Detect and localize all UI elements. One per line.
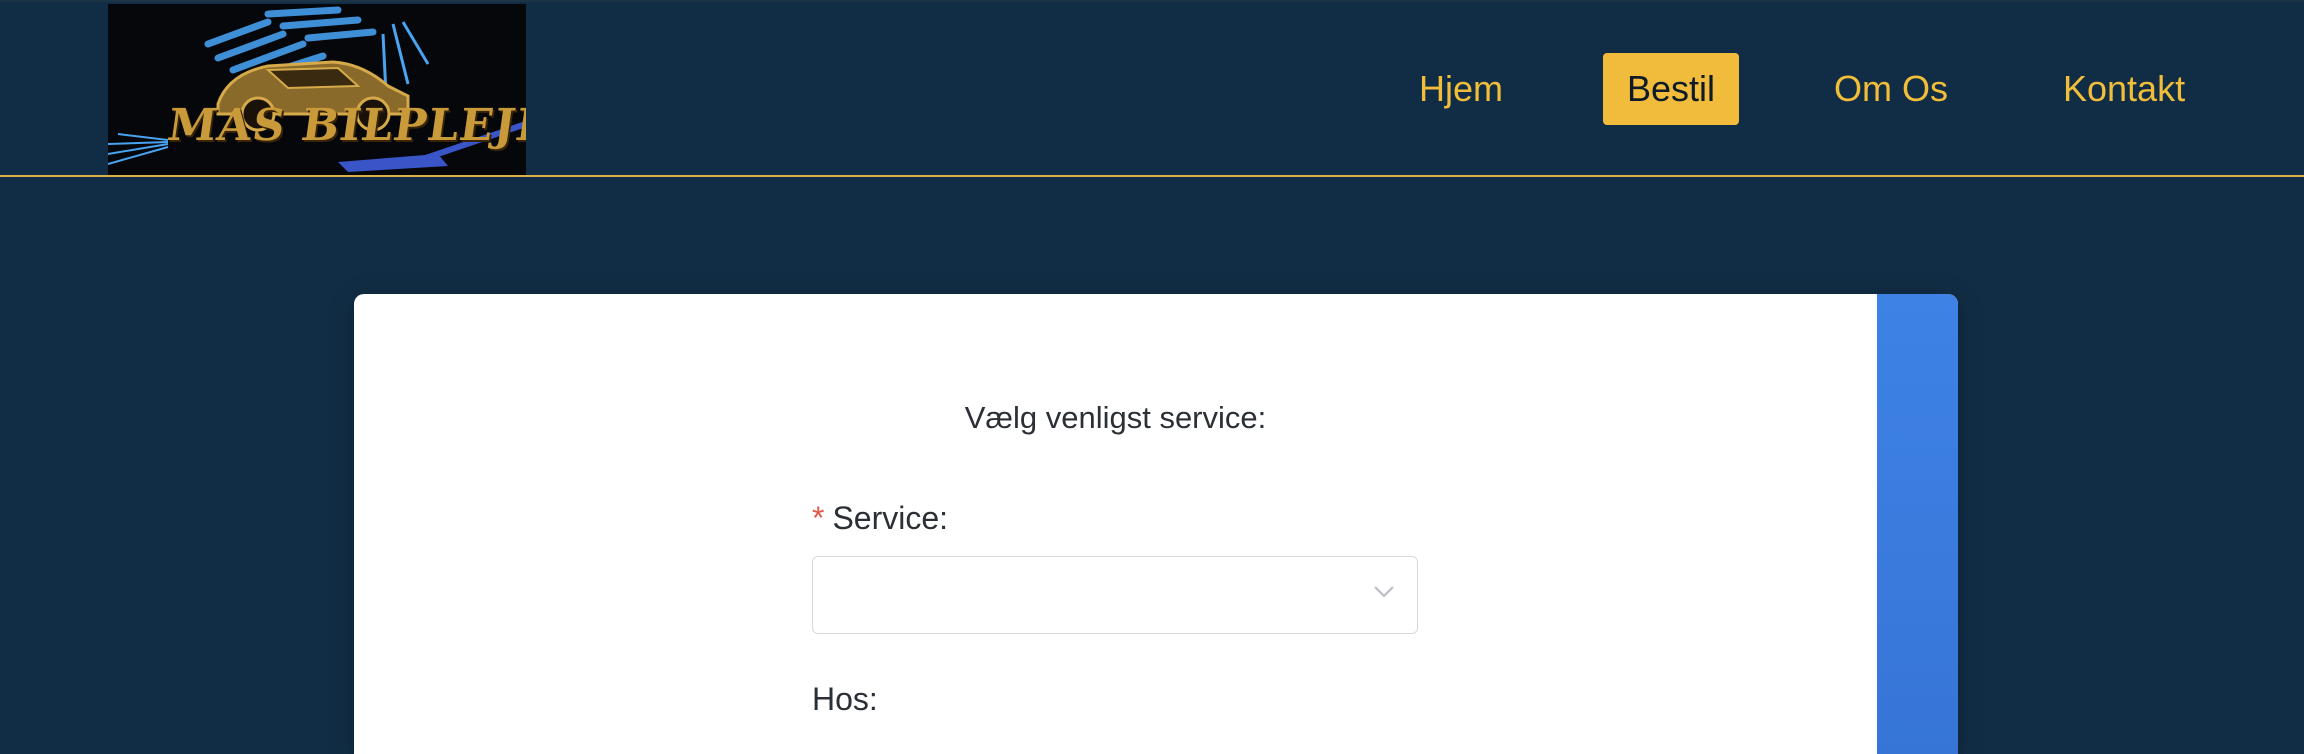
form-heading: Vælg venligst service:	[964, 400, 1267, 435]
navbar-divider	[0, 175, 2304, 177]
location-label: Hos:	[812, 681, 878, 717]
nav-link-hjem[interactable]: Hjem	[1419, 53, 1503, 125]
service-label-text: Service:	[832, 500, 949, 536]
service-label: * Service:	[812, 500, 948, 537]
chevron-down-icon	[1374, 586, 1394, 598]
required-indicator: *	[812, 500, 825, 536]
nav-link-bestil[interactable]: Bestil	[1603, 53, 1740, 125]
main-nav: Hjem Bestil Om Os Kontakt	[0, 53, 2304, 127]
navbar: MAS BILPLEJE Hjem Bestil Om Os Kontakt	[0, 0, 2304, 177]
nav-link-kontakt[interactable]: Kontakt	[2063, 53, 2185, 125]
service-select[interactable]	[812, 556, 1418, 634]
side-panel	[1877, 294, 1958, 754]
booking-form-card: Vælg venligst service: * Service: Hos:	[354, 294, 1958, 754]
nav-link-om-os[interactable]: Om Os	[1834, 53, 1948, 125]
